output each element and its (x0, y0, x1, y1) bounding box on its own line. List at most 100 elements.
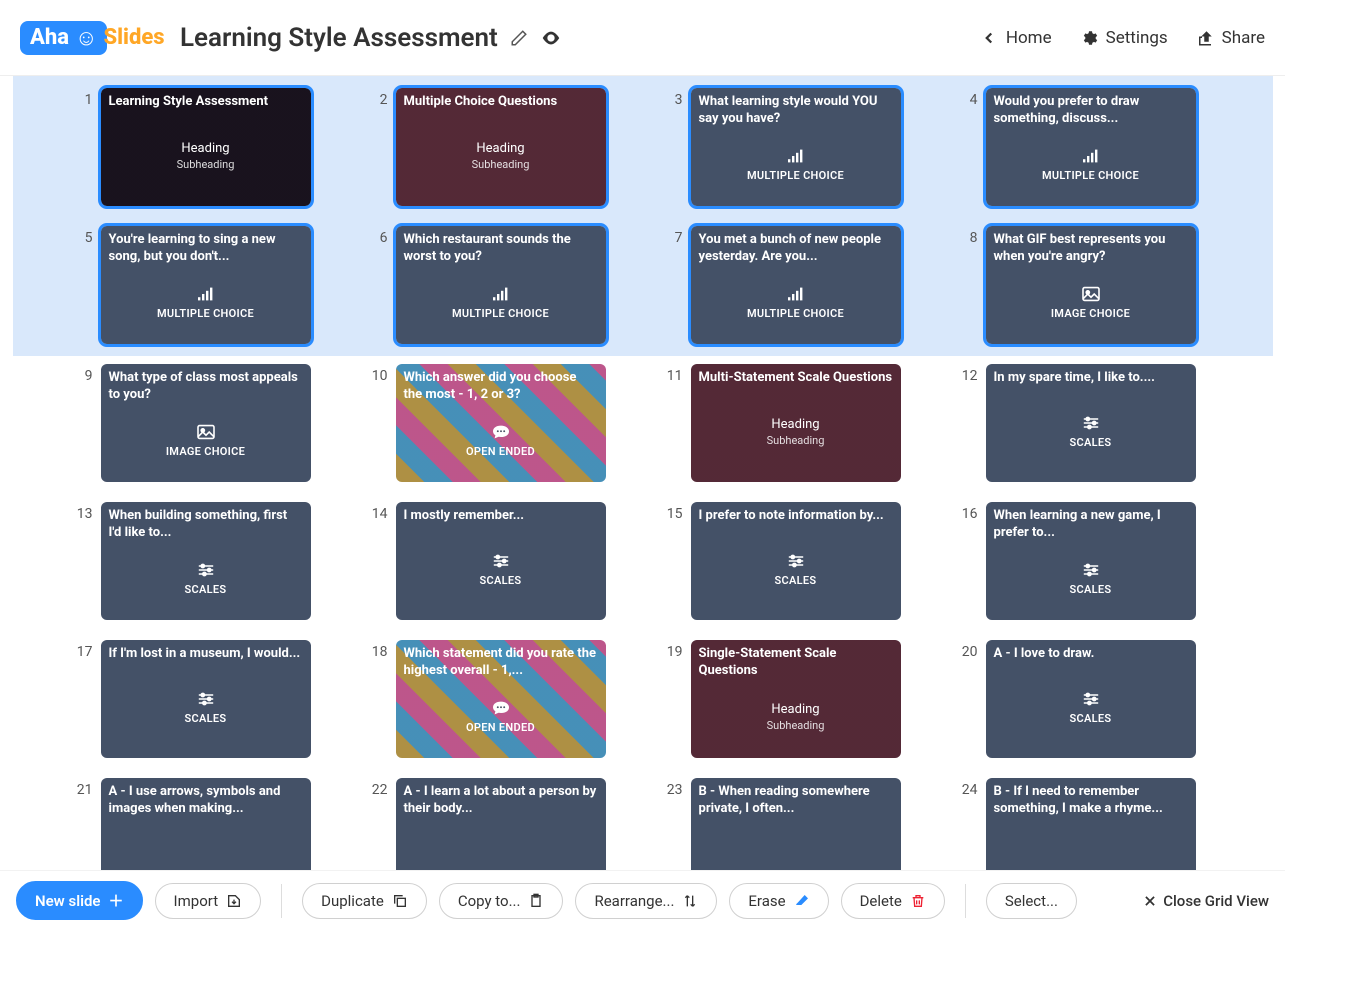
header-actions: Home Settings Share (980, 28, 1265, 48)
slide-title: A - I learn a lot about a person by thei… (404, 784, 598, 818)
slide-number: 24 (958, 778, 978, 870)
arrows-icon (682, 893, 698, 909)
close-grid-view-button[interactable]: Close Grid View (1143, 892, 1269, 910)
slide-title: A - I love to draw. (994, 646, 1188, 663)
slide-number: 5 (73, 226, 93, 344)
slide-title: You met a bunch of new people yesterday.… (699, 232, 893, 266)
delete-button[interactable]: Delete (841, 883, 945, 919)
slide-item: 21A - I use arrows, symbols and images w… (73, 778, 328, 870)
slide-card[interactable]: Would you prefer to draw something, disc… (986, 88, 1196, 206)
slide-item: 14 I mostly remember... SCALES (368, 502, 623, 620)
slide-card[interactable]: Learning Style AssessmentHeadingSubheadi… (101, 88, 311, 206)
slide-content-preview: MULTIPLE CHOICE (994, 130, 1188, 200)
rearrange-button[interactable]: Rearrange... (575, 883, 717, 919)
logo[interactable]: Aha☺ Slides (20, 13, 150, 63)
slide-card[interactable]: What type of class most appeals to you?I… (101, 364, 311, 482)
slide-item: 5 You're learning to sing a new song, but… (73, 226, 328, 344)
slide-card[interactable]: Multi-Statement Scale QuestionsHeadingSu… (691, 364, 901, 482)
slide-content-preview: SCALES (699, 527, 893, 614)
slide-card[interactable]: A - I love to draw. SCALES (986, 640, 1196, 758)
eye-icon[interactable] (540, 27, 562, 49)
slide-content-preview: MULTIPLE CHOICE (404, 268, 598, 338)
slide-number: 12 (958, 364, 978, 482)
slide-title: Which statement did you rate the highest… (404, 646, 598, 680)
slide-content-preview: OPEN ENDED (404, 406, 598, 476)
slide-number: 21 (73, 778, 93, 870)
slide-number: 14 (368, 502, 388, 620)
chevron-left-icon (980, 29, 998, 47)
slide-number: 13 (73, 502, 93, 620)
slide-card[interactable]: In my spare time, I like to....SCALES (986, 364, 1196, 482)
slide-card[interactable]: You met a bunch of new people yesterday.… (691, 226, 901, 344)
duplicate-button[interactable]: Duplicate (302, 883, 427, 919)
slide-item: 3 What learning style would YOU say you h… (663, 88, 918, 206)
slide-card[interactable]: Which answer did you choose the most - 1… (396, 364, 606, 482)
slide-content-preview: SCALES (994, 665, 1188, 752)
slide-number: 1 (73, 88, 93, 206)
eraser-icon (794, 893, 810, 909)
slide-number: 22 (368, 778, 388, 870)
slide-title: Which restaurant sounds the worst to you… (404, 232, 598, 266)
slide-title: When learning a new game, I prefer to... (994, 508, 1188, 542)
slide-title: In my spare time, I like to.... (994, 370, 1188, 387)
slide-card[interactable]: What GIF best represents you when you're… (986, 226, 1196, 344)
slide-card[interactable]: I mostly remember... SCALES (396, 502, 606, 620)
home-button[interactable]: Home (980, 28, 1052, 48)
slide-number: 3 (663, 88, 683, 206)
slide-item: 7You met a bunch of new people yesterday… (663, 226, 918, 344)
settings-button[interactable]: Settings (1080, 28, 1168, 48)
slide-content-preview: IMAGE CHOICE (994, 268, 1188, 338)
slide-card[interactable]: I prefer to note information by... SCALES (691, 502, 901, 620)
slide-card[interactable]: A - I use arrows, symbols and images whe… (101, 778, 311, 870)
presentation-title[interactable]: Learning Style Assessment (180, 23, 498, 53)
slide-card[interactable]: Single-Statement Scale QuestionsHeadingS… (691, 640, 901, 758)
slide-title: Multi-Statement Scale Questions (699, 370, 893, 387)
new-slide-button[interactable]: New slide ＋ (16, 881, 143, 920)
slide-content-preview: MULTIPLE CHOICE (699, 130, 893, 200)
slide-card[interactable]: You're learning to sing a new song, but … (101, 226, 311, 344)
slide-card[interactable]: Which restaurant sounds the worst to you… (396, 226, 606, 344)
copy-icon (392, 893, 408, 909)
slide-title: What type of class most appeals to you? (109, 370, 303, 404)
slide-title: Single-Statement Scale Questions (699, 646, 893, 680)
slide-card[interactable]: If I'm lost in a museum, I would...SCALE… (101, 640, 311, 758)
slide-content-preview: IMAGE CHOICE (109, 406, 303, 476)
slide-title: You're learning to sing a new song, but … (109, 232, 303, 266)
erase-button[interactable]: Erase (729, 883, 828, 919)
slide-card[interactable]: What learning style would YOU say you ha… (691, 88, 901, 206)
edit-icon[interactable] (510, 28, 528, 48)
slide-card[interactable]: When learning a new game, I prefer to...… (986, 502, 1196, 620)
slide-item: 6 Which restaurant sounds the worst to yo… (368, 226, 623, 344)
slide-content-preview (994, 820, 1188, 870)
slide-number: 19 (663, 640, 683, 758)
slide-item: 8What GIF best represents you when you'r… (958, 226, 1213, 344)
slide-number: 6 (368, 226, 388, 344)
import-button[interactable]: Import (155, 883, 262, 919)
slide-card[interactable]: Multiple Choice QuestionsHeadingSubheadi… (396, 88, 606, 206)
bottom-toolbar: New slide ＋ Import Duplicate Copy to... … (0, 870, 1285, 930)
slides-grid-wrapper[interactable]: 1Learning Style AssessmentHeadingSubhead… (0, 76, 1285, 870)
slide-card[interactable]: Which statement did you rate the highest… (396, 640, 606, 758)
slide-card[interactable]: When building something, first I'd like … (101, 502, 311, 620)
share-button[interactable]: Share (1196, 28, 1265, 48)
title-area: Learning Style Assessment (180, 23, 980, 53)
slide-item: 11Multi-Statement Scale QuestionsHeading… (663, 364, 918, 482)
share-icon (1196, 29, 1214, 47)
select-button[interactable]: Select... (986, 883, 1077, 919)
slide-title: What learning style would YOU say you ha… (699, 94, 893, 128)
slide-item: 17If I'm lost in a museum, I would...SCA… (73, 640, 328, 758)
slide-number: 18 (368, 640, 388, 758)
slide-card[interactable]: A - I learn a lot about a person by thei… (396, 778, 606, 870)
slide-content-preview: HeadingSubheading (699, 682, 893, 752)
copy-to-button[interactable]: Copy to... (439, 883, 564, 919)
slide-item: 22 A - I learn a lot about a person by th… (368, 778, 623, 870)
slide-title: I prefer to note information by... (699, 508, 893, 525)
slide-content-preview: SCALES (404, 527, 598, 614)
slide-card[interactable]: B - If I need to remember something, I m… (986, 778, 1196, 870)
slide-card[interactable]: B - When reading somewhere private, I of… (691, 778, 901, 870)
slide-title: I mostly remember... (404, 508, 598, 525)
clipboard-icon (528, 893, 544, 909)
slide-content-preview: MULTIPLE CHOICE (109, 268, 303, 338)
slide-title: B - When reading somewhere private, I of… (699, 784, 893, 818)
slide-item: 24B - If I need to remember something, I… (958, 778, 1213, 870)
